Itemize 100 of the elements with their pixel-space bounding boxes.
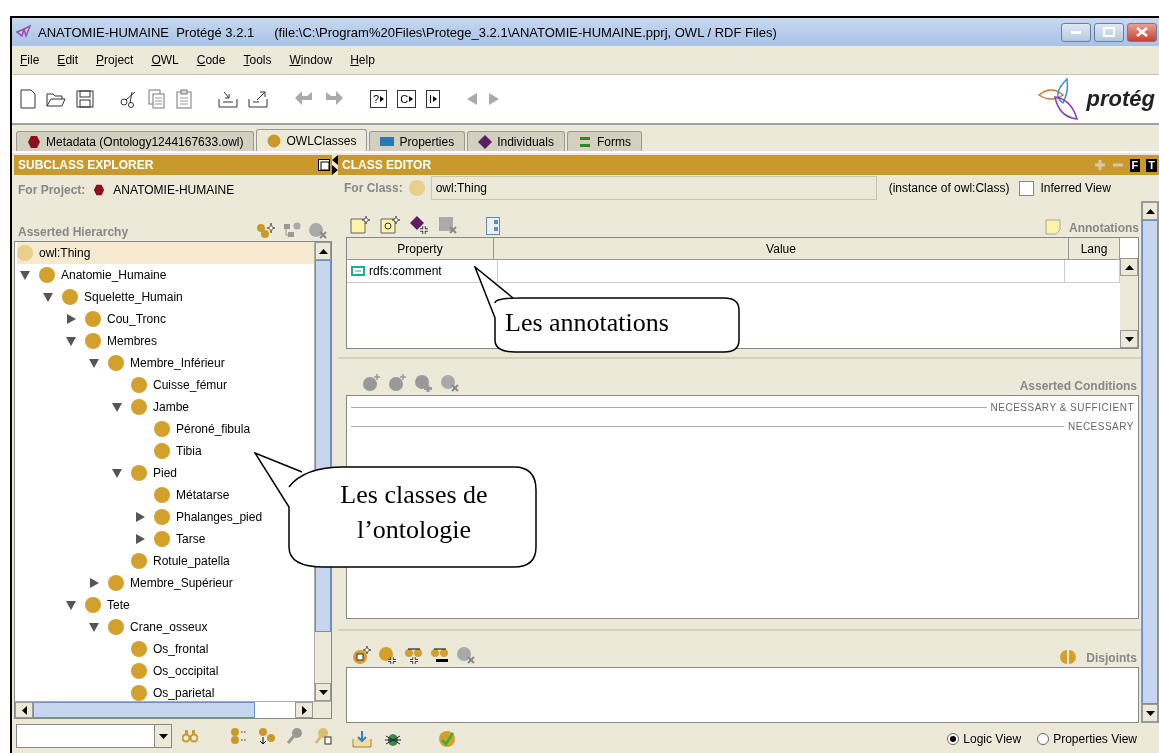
add-subclass-icon[interactable] <box>256 221 276 239</box>
expand-arrow-icon[interactable] <box>89 358 99 368</box>
column-header[interactable]: Value <box>494 238 1069 260</box>
menu-item[interactable]: File <box>18 53 50 67</box>
scrollbar-thumb[interactable] <box>1142 220 1158 704</box>
column-header[interactable]: Property <box>347 238 494 260</box>
class-field[interactable]: owl:Thing <box>430 176 877 200</box>
paste-icon[interactable] <box>176 89 192 109</box>
tab[interactable]: Metadata (Ontology1244167633.owl) <box>16 131 255 151</box>
binoculars-icon[interactable] <box>182 728 198 744</box>
new-file-icon[interactable] <box>20 89 36 109</box>
scrollbar-thumb[interactable] <box>33 702 255 718</box>
add-instance-icon[interactable] <box>410 215 430 235</box>
tree-item[interactable]: Tibia <box>132 440 206 462</box>
tree-item[interactable]: Tarse <box>132 528 210 550</box>
expand-arrow-icon[interactable] <box>66 336 76 346</box>
radio-button[interactable]: Logic View <box>947 732 1022 746</box>
scroll-down-button[interactable] <box>1142 704 1158 722</box>
tree-item[interactable]: Cuisse_fémur <box>109 374 232 396</box>
tree-item[interactable]: Pied <box>109 462 182 484</box>
scroll-up-button[interactable] <box>1142 202 1158 220</box>
tree-item[interactable]: Métatarse <box>132 484 234 506</box>
check-icon[interactable] <box>438 730 456 748</box>
tree-item[interactable]: Membres <box>63 330 161 352</box>
scroll-right-button[interactable] <box>295 702 313 718</box>
tree-item[interactable]: Membre_Inférieur <box>86 352 229 374</box>
expand-arrow-icon[interactable] <box>89 622 99 632</box>
collapse-arrows-icon[interactable] <box>332 155 338 175</box>
menu-item[interactable]: Help <box>348 53 385 67</box>
tree-item[interactable]: Anatomie_Humaine <box>17 264 171 286</box>
add-class-icon[interactable] <box>378 645 398 665</box>
tree-item[interactable]: Jambe <box>109 396 194 418</box>
open-folder-icon[interactable] <box>46 91 66 107</box>
key-icon[interactable] <box>314 727 332 745</box>
tree-item[interactable]: Rotule_patella <box>109 550 234 572</box>
expand-arrow-icon[interactable] <box>135 534 145 544</box>
class-down-icon[interactable] <box>258 727 276 745</box>
column-header[interactable]: Lang <box>1069 238 1120 260</box>
tab[interactable]: Forms <box>566 131 642 151</box>
expand-arrow-icon[interactable] <box>112 402 122 412</box>
tree-item[interactable]: owl:Thing <box>17 242 314 264</box>
tree-item[interactable]: Os_frontal <box>109 638 213 660</box>
import-icon[interactable] <box>352 730 372 748</box>
toolbar-button[interactable]: ? <box>370 90 388 108</box>
layout-icon[interactable] <box>486 217 500 235</box>
delete-icon[interactable] <box>440 373 460 393</box>
menu-item[interactable]: OWL <box>149 53 189 67</box>
cut-icon[interactable] <box>120 90 138 108</box>
radio-button[interactable]: Properties View <box>1037 732 1137 746</box>
forward-icon[interactable] <box>488 92 501 106</box>
back-icon[interactable] <box>466 92 479 106</box>
toolbar-button[interactable]: C <box>397 90 417 108</box>
expand-arrow-icon[interactable] <box>66 314 76 324</box>
maximize-button[interactable] <box>1094 22 1124 42</box>
scroll-up-button[interactable] <box>315 242 331 260</box>
toolbar-button[interactable]: I <box>426 90 441 108</box>
delete-icon[interactable] <box>456 645 476 665</box>
close-button[interactable] <box>1127 22 1157 42</box>
copy-icon[interactable] <box>148 89 166 109</box>
menu-item[interactable]: Edit <box>55 53 89 67</box>
menu-item[interactable]: Tools <box>241 53 282 67</box>
menu-item[interactable]: Window <box>287 53 343 67</box>
add-class-icon[interactable] <box>404 645 424 665</box>
new-class-icon[interactable] <box>352 645 372 665</box>
scroll-down-button[interactable] <box>315 683 331 701</box>
redo-icon[interactable] <box>324 90 344 108</box>
tree-item[interactable]: Membre_Supérieur <box>86 572 237 594</box>
tree-item[interactable]: Cou_Tronc <box>63 308 170 330</box>
new-note-icon[interactable] <box>350 215 372 235</box>
add-sibling-icon[interactable] <box>282 221 302 239</box>
tab[interactable]: Individuals <box>467 131 565 151</box>
maximize-icon[interactable] <box>318 159 330 171</box>
tree-item[interactable]: Os_occipital <box>109 660 223 682</box>
export-icon[interactable] <box>248 90 268 108</box>
scroll-down-button[interactable] <box>1120 330 1138 348</box>
add-condition-icon[interactable] <box>388 373 408 393</box>
add-condition-icon[interactable] <box>362 373 382 393</box>
scroll-up-button[interactable] <box>1120 258 1138 276</box>
expand-arrow-icon[interactable] <box>89 578 99 588</box>
save-icon[interactable] <box>76 90 94 108</box>
expand-arrow-icon[interactable] <box>43 292 53 302</box>
tree-item[interactable]: Phalanges_pied <box>132 506 267 528</box>
tab[interactable]: OWLClasses <box>256 129 368 151</box>
minimize-button[interactable] <box>1061 22 1091 42</box>
tab[interactable]: Properties <box>369 131 466 151</box>
delete-icon[interactable] <box>438 215 458 235</box>
menu-item[interactable]: Project <box>94 53 144 67</box>
scroll-left-button[interactable] <box>15 702 33 718</box>
search-combo[interactable] <box>16 724 172 748</box>
expand-arrow-icon[interactable] <box>66 600 76 610</box>
expand-arrow-icon[interactable] <box>135 512 145 522</box>
tree-item[interactable]: Crane_osseux <box>86 616 212 638</box>
import-icon[interactable] <box>218 90 238 108</box>
new-document-icon[interactable] <box>380 215 402 235</box>
header-button[interactable]: F <box>1129 158 1141 172</box>
remove-class-icon[interactable] <box>430 645 450 665</box>
checkbox[interactable] <box>1019 180 1035 196</box>
tree-item[interactable]: Péroné_fibula <box>132 418 255 440</box>
key-icon[interactable] <box>286 727 304 745</box>
expand-arrow-icon[interactable] <box>20 270 30 280</box>
